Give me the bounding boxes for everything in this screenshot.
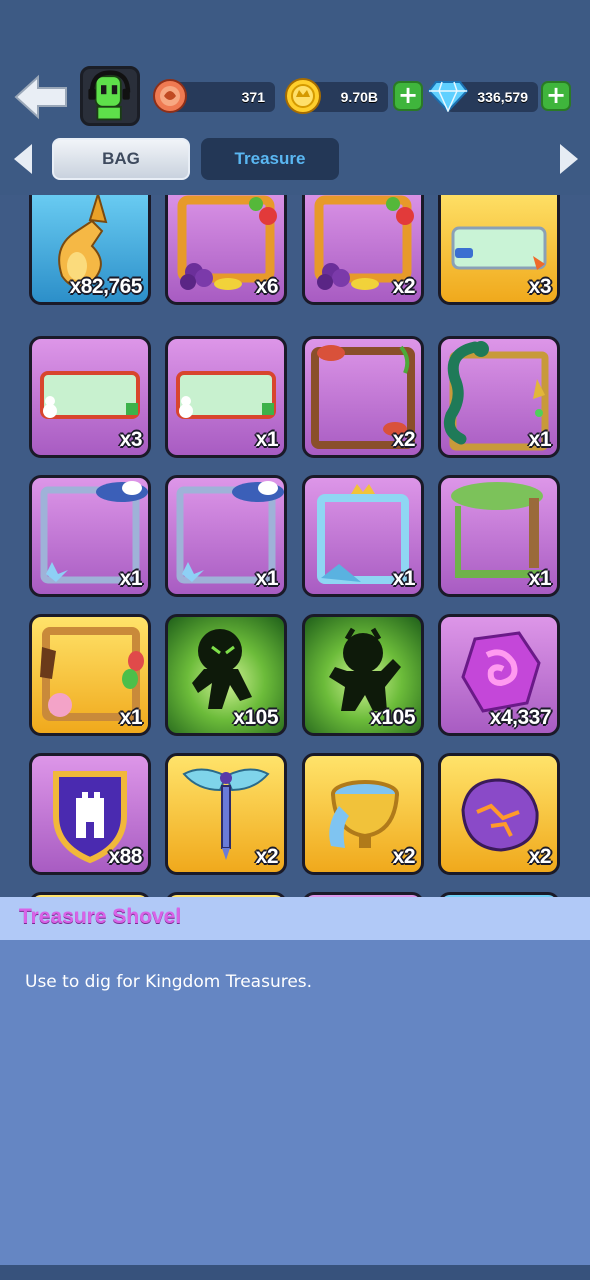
item-quantity: x82,765 xyxy=(69,275,143,298)
item-quantity: x2 xyxy=(255,845,279,868)
next-arrow-icon[interactable] xyxy=(556,142,582,176)
bottom-edge xyxy=(0,1265,590,1280)
grid-item[interactable]: x2 xyxy=(302,195,424,305)
tab-treasure[interactable]: Treasure xyxy=(201,138,339,180)
item-quantity: x1 xyxy=(528,428,552,451)
grid-item[interactable]: x1 xyxy=(302,475,424,597)
item-quantity: x105 xyxy=(233,706,278,729)
gold-coin-icon xyxy=(285,78,321,114)
grid-item[interactable]: x2 xyxy=(438,753,560,875)
item-quantity: x2 xyxy=(528,845,552,868)
add-gold-button[interactable]: + xyxy=(393,81,423,111)
item-quantity: x1 xyxy=(528,567,552,590)
grid-item[interactable]: x88 xyxy=(29,753,151,875)
item-quantity: x105 xyxy=(370,706,415,729)
grid-item[interactable]: x1 xyxy=(165,336,287,458)
item-quantity: x3 xyxy=(528,275,552,298)
grid-item[interactable]: x1 xyxy=(29,614,151,736)
add-diamond-button[interactable]: + xyxy=(541,81,571,111)
item-quantity: x6 xyxy=(255,275,279,298)
grid-item[interactable]: x3 xyxy=(438,195,560,305)
top-bar: 371 9.70B + 336,579 + BAG Treasure xyxy=(0,0,590,195)
item-quantity: x1 xyxy=(392,567,416,590)
item-grid: x82,765 x6 x2 x3 x3 x1 x2 x1 x1 x1 x1 x1… xyxy=(0,195,590,897)
grid-item[interactable]: x3 xyxy=(29,336,151,458)
item-quantity: x1 xyxy=(119,567,143,590)
grid-item[interactable]: x2 xyxy=(302,753,424,875)
grid-item[interactable]: x1 xyxy=(438,475,560,597)
avatar-headset-icon xyxy=(88,70,131,121)
item-quantity: x1 xyxy=(119,706,143,729)
item-quantity: x88 xyxy=(108,845,142,868)
grid-item[interactable]: x2 xyxy=(302,336,424,458)
item-detail-panel: Use to dig for Kingdom Treasures. xyxy=(0,940,590,1265)
item-quantity: x2 xyxy=(392,275,416,298)
player-avatar[interactable] xyxy=(80,66,140,126)
grid-item[interactable]: x2 xyxy=(165,753,287,875)
grid-item[interactable]: x105 xyxy=(302,614,424,736)
item-detail-title: Treasure Shovel xyxy=(19,905,182,928)
grid-item[interactable]: x6 xyxy=(165,195,287,305)
item-quantity: x2 xyxy=(392,845,416,868)
grid-item[interactable]: x1 xyxy=(165,475,287,597)
grid-item[interactable]: x82,765 xyxy=(29,195,151,305)
item-quantity: x1 xyxy=(255,428,279,451)
grid-item[interactable]: x4,337 xyxy=(438,614,560,736)
back-arrow-icon[interactable] xyxy=(12,72,70,122)
item-quantity: x1 xyxy=(255,567,279,590)
item-quantity: x3 xyxy=(119,428,143,451)
energy-token-icon xyxy=(153,79,187,113)
grid-item[interactable]: x1 xyxy=(438,336,560,458)
tab-bag[interactable]: BAG xyxy=(52,138,190,180)
diamond-icon xyxy=(428,81,468,112)
previous-arrow-icon[interactable] xyxy=(10,142,36,176)
item-quantity: x4,337 xyxy=(489,706,552,729)
item-quantity: x2 xyxy=(392,428,416,451)
item-detail-header: Treasure Shovel xyxy=(0,897,590,940)
grid-item[interactable]: x1 xyxy=(29,475,151,597)
item-detail-description: Use to dig for Kingdom Treasures. xyxy=(25,972,313,992)
grid-item[interactable]: x105 xyxy=(165,614,287,736)
